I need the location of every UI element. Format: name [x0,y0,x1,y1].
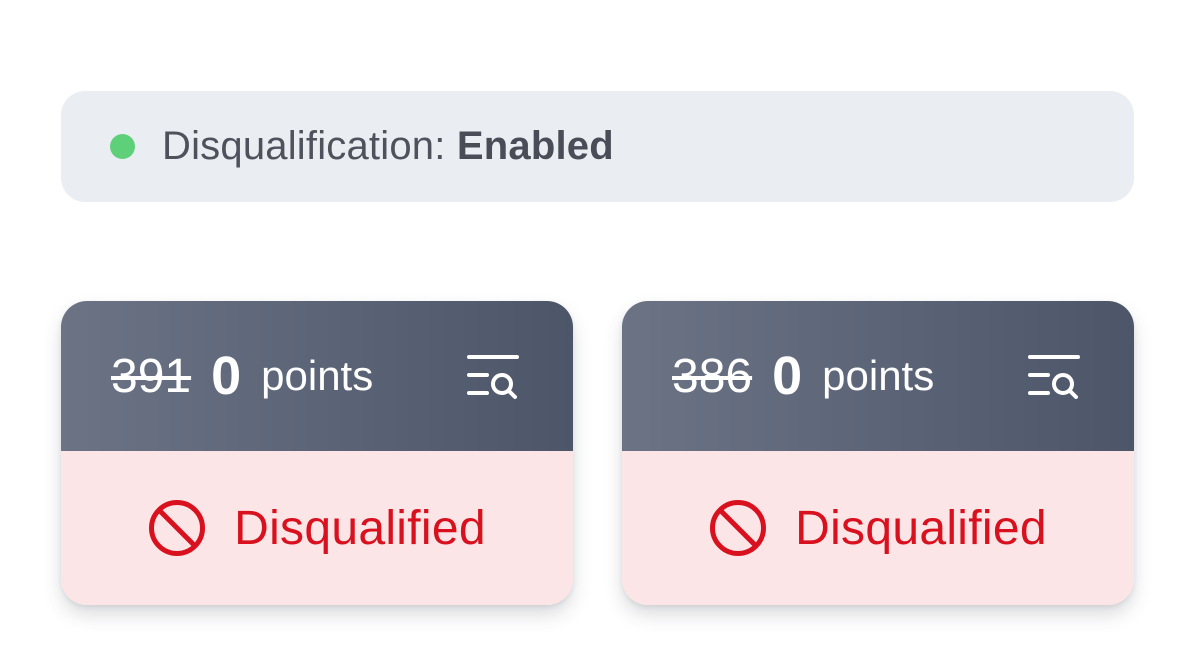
disqualified-status: Disqualified [622,451,1134,605]
disqualification-status-banner: Disqualification: Enabled [61,91,1134,202]
disqualified-label: Disqualified [795,501,1047,555]
original-score: 386 [672,349,753,403]
disqualified-label: Disqualified [234,501,486,555]
score-unit: points [261,352,374,399]
score-card: 386 0 points Disqualified [622,301,1134,605]
status-value: Enabled [456,124,614,168]
score-card-header: 391 0 points [61,301,573,451]
score-unit: points [822,352,935,399]
status-label: Disqualification: [162,124,446,168]
ban-icon [149,500,206,556]
list-search-icon[interactable] [1026,353,1082,401]
current-score: 0 [211,346,242,406]
score-card-header: 386 0 points [622,301,1134,451]
disqualified-status: Disqualified [61,451,573,605]
status-indicator-icon [110,134,135,159]
ban-icon [710,500,767,556]
list-search-icon[interactable] [465,353,521,401]
original-score: 391 [111,349,192,403]
status-text: Disqualification: Enabled [162,124,614,169]
current-score: 0 [772,346,803,406]
score-card: 391 0 points Disqualified [61,301,573,605]
